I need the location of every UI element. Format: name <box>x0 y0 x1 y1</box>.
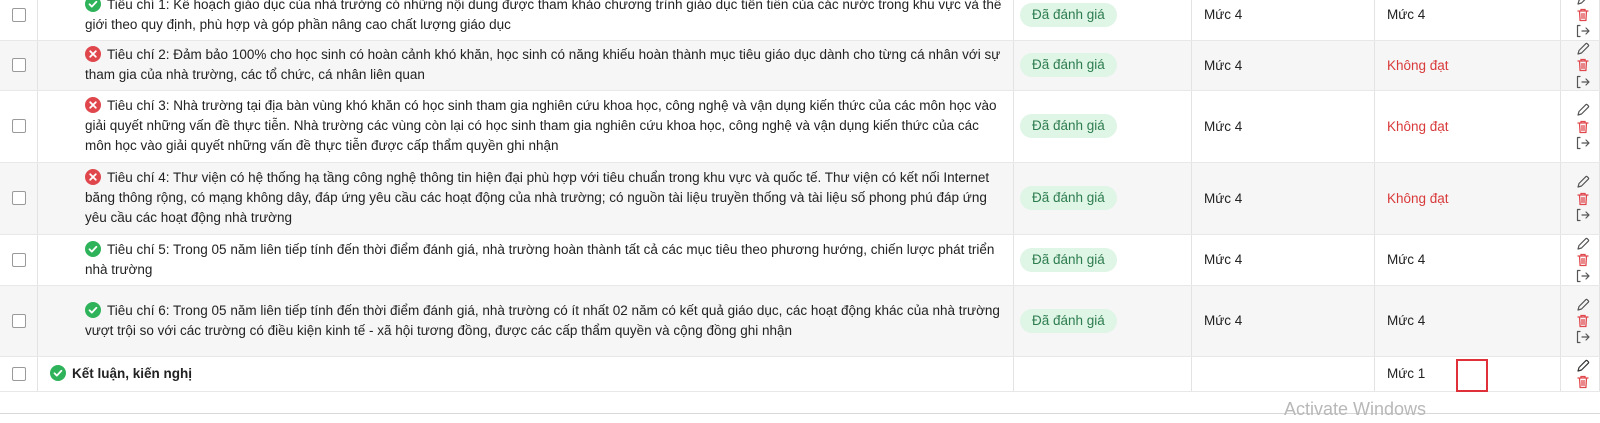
table-row: Tiêu chí 5: Trong 05 năm liên tiếp tính … <box>0 234 1600 286</box>
table-row: Tiêu chí 3: Nhà trường tại địa bàn vùng … <box>0 90 1600 163</box>
level-self: Mức 4 <box>1204 57 1243 73</box>
row-checkbox[interactable] <box>11 191 26 206</box>
exit-arrow-icon[interactable] <box>1575 268 1591 284</box>
row-checkbox[interactable] <box>11 119 26 134</box>
exit-arrow-icon[interactable] <box>1575 74 1591 90</box>
trash-icon[interactable] <box>1575 191 1591 207</box>
table-row: Tiêu chí 1: Kế hoạch giáo dục của nhà tr… <box>0 0 1600 41</box>
level-self: Mức 4 <box>1204 7 1243 23</box>
level-result: Mức 4 <box>1387 252 1426 268</box>
row-checkbox[interactable] <box>11 366 26 381</box>
criterion-text: Tiêu chí 3: Nhà trường tại địa bàn vùng … <box>85 98 997 154</box>
exit-arrow-icon[interactable] <box>1575 135 1591 151</box>
edit-pencil-icon[interactable] <box>1575 174 1591 190</box>
status-badge: Đã đánh giá <box>1020 2 1117 27</box>
trash-icon[interactable] <box>1575 7 1591 23</box>
trash-icon[interactable] <box>1575 313 1591 329</box>
x-circle-icon <box>85 97 101 114</box>
windows-activation-watermark: Activate Windows <box>1284 399 1427 419</box>
level-self: Mức 4 <box>1204 252 1243 268</box>
edit-pencil-icon[interactable] <box>1575 297 1591 313</box>
level-self: Mức 4 <box>1204 190 1243 206</box>
trash-icon[interactable] <box>1575 119 1591 135</box>
edit-pencil-icon[interactable] <box>1575 358 1591 374</box>
criterion-text: Tiêu chí 1: Kế hoạch giáo dục của nhà tr… <box>85 0 1002 32</box>
exit-arrow-icon[interactable] <box>1575 329 1591 345</box>
level-result: Mức 4 <box>1387 7 1426 23</box>
criteria-table: Tiêu chí 1: Kế hoạch giáo dục của nhà tr… <box>0 0 1600 392</box>
check-circle-icon <box>85 240 101 257</box>
row-checkbox[interactable] <box>11 252 26 267</box>
edit-pencil-icon[interactable] <box>1575 0 1591 7</box>
status-badge: Đã đánh giá <box>1020 247 1117 272</box>
edit-pencil-icon[interactable] <box>1575 102 1591 118</box>
status-badge: Đã đánh giá <box>1020 53 1117 78</box>
trash-icon[interactable] <box>1575 252 1591 268</box>
exit-arrow-icon[interactable] <box>1575 23 1591 39</box>
status-badge: Đã đánh giá <box>1020 186 1117 211</box>
level-result: Mức 1 <box>1387 366 1426 382</box>
conclusion-row: Kết luận, kiến nghị Mức 1 <box>0 356 1600 392</box>
conclusion-label: Kết luận, kiến nghị <box>72 365 193 381</box>
criterion-text: Tiêu chí 6: Trong 05 năm liên tiếp tính … <box>85 302 1000 338</box>
criterion-text: Tiêu chí 5: Trong 05 năm liên tiếp tính … <box>85 241 995 277</box>
trash-icon[interactable] <box>1575 374 1591 390</box>
edit-pencil-icon[interactable] <box>1575 41 1591 57</box>
row-checkbox[interactable] <box>11 313 26 328</box>
x-circle-icon <box>85 46 101 63</box>
check-circle-icon <box>85 301 101 318</box>
criterion-text: Tiêu chí 2: Đảm bảo 100% cho học sinh có… <box>85 47 1001 83</box>
edit-pencil-icon[interactable] <box>1575 236 1591 252</box>
exit-arrow-icon[interactable] <box>1575 207 1591 223</box>
x-circle-icon <box>85 169 101 186</box>
trash-icon[interactable] <box>1575 57 1591 73</box>
level-self: Mức 4 <box>1204 118 1243 134</box>
level-self: Mức 4 <box>1204 313 1243 329</box>
highlight-box <box>1456 359 1488 392</box>
check-circle-icon <box>50 364 66 381</box>
status-badge: Đã đánh giá <box>1020 114 1117 139</box>
row-checkbox[interactable] <box>11 7 26 22</box>
level-result: Không đạt <box>1387 190 1449 206</box>
level-result: Mức 4 <box>1387 313 1426 329</box>
criterion-text: Tiêu chí 4: Thư viện có hệ thống hạ tầng… <box>85 170 990 226</box>
check-circle-icon <box>85 0 101 12</box>
row-checkbox[interactable] <box>11 58 26 73</box>
level-result: Không đạt <box>1387 118 1449 134</box>
table-row: Tiêu chí 2: Đảm bảo 100% cho học sinh có… <box>0 40 1600 91</box>
status-badge: Đã đánh giá <box>1020 308 1117 333</box>
table-row: Tiêu chí 4: Thư viện có hệ thống hạ tầng… <box>0 162 1600 235</box>
level-result: Không đạt <box>1387 57 1449 73</box>
table-row: Tiêu chí 6: Trong 05 năm liên tiếp tính … <box>0 285 1600 357</box>
